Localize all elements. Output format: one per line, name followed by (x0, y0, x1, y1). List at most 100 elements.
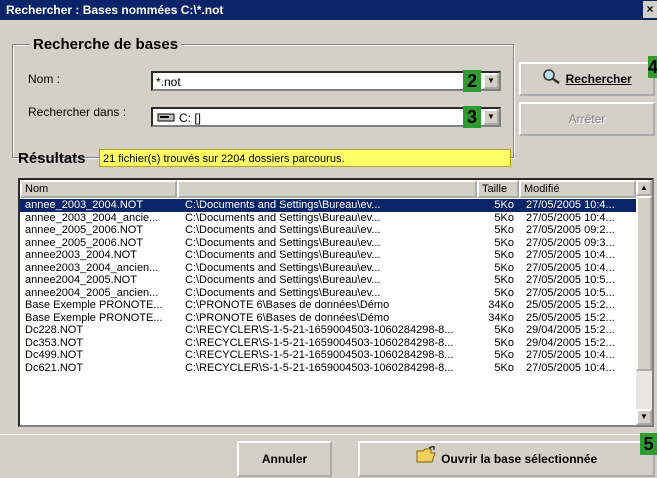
cell-name: annee_2003_2004_ancie... (25, 211, 159, 224)
scroll-up-button[interactable]: ▲ (636, 180, 652, 196)
cell-path: C:\Documents and Settings\Bureau\ev... (185, 261, 381, 274)
cell-path: C:\RECYCLER\S-1-5-21-1659004503-10602842… (185, 361, 454, 374)
results-status: 21 fichier(s) trouvés sur 2204 dossiers … (99, 149, 511, 167)
cell-path: C:\PRONOTE 6\Bases de données\Démo (185, 299, 390, 311)
cell-modified: 27/05/2005 10:4... (526, 261, 615, 274)
table-row[interactable]: annee_2005_2006.NOT C:\Documents and Sett… (20, 237, 636, 250)
cell-size: 5Ko (494, 324, 514, 336)
cell-size: 34Ko (488, 299, 514, 311)
table-row[interactable]: Base Exemple PRONOTE... C:\PRONOTE 6\Base… (20, 312, 636, 325)
search-button[interactable]: Rechercher (519, 62, 655, 96)
search-group-title: Recherche de bases (30, 36, 182, 53)
cell-size: 5Ko (494, 349, 514, 361)
title-bar: Rechercher : Bases nommées C:\*.not × (0, 0, 657, 20)
cell-size: 5Ko (494, 199, 514, 211)
cell-path: C:\RECYCLER\S-1-5-21-1659004503-10602842… (185, 336, 454, 349)
drive-icon (157, 111, 175, 126)
table-row[interactable]: Dc499.NOT C:\RECYCLER\S-1-5-21-1659004503… (20, 349, 636, 362)
table-row[interactable]: annee2004_2005_ancien... C:\Documents and… (20, 287, 636, 300)
badge-4: 4 (648, 56, 657, 78)
cell-modified: 27/05/2005 10:4... (526, 249, 615, 261)
cell-name: Base Exemple PRONOTE... (25, 299, 163, 311)
cell-name: annee_2005_2006.NOT (25, 236, 144, 249)
cell-size: 5Ko (494, 236, 514, 249)
name-value: *.not (156, 75, 181, 89)
table-row[interactable]: Dc621.NOT C:\RECYCLER\S-1-5-21-1659004503… (20, 362, 636, 375)
table-row[interactable]: annee_2005_2006.NOT C:\Documents and Sett… (20, 224, 636, 237)
cell-size: 5Ko (494, 336, 514, 349)
cell-path: C:\Documents and Settings\Bureau\ev... (185, 286, 381, 299)
table-row[interactable]: annee2004_2005.NOT C:\Documents and Setti… (20, 274, 636, 287)
cell-size: 5Ko (494, 361, 514, 374)
scroll-thumb[interactable] (636, 196, 652, 371)
look-in-dropdown-arrow[interactable]: ▼ (483, 109, 499, 125)
results-title: Résultats (18, 150, 86, 167)
table-row[interactable]: annee2003_2004.NOT C:\Documents and Setti… (20, 249, 636, 262)
cell-path: C:\Documents and Settings\Bureau\ev... (185, 224, 381, 236)
table-row[interactable]: annee_2003_2004.NOT C:\Documents and Sett… (20, 199, 636, 212)
cell-name: annee2004_2005.NOT (25, 274, 137, 286)
badge-2: 2 (463, 70, 481, 92)
cell-size: 5Ko (494, 211, 514, 224)
cell-modified: 25/05/2005 15:2... (526, 311, 615, 324)
cell-modified: 29/04/2005 15:2... (526, 336, 615, 349)
cell-size: 5Ko (494, 224, 514, 236)
open-base-button[interactable]: Ouvrir la base sélectionnée (358, 441, 655, 477)
window-title: Rechercher : Bases nommées C:\*.not (6, 3, 224, 17)
look-in-combo[interactable]: C: [] ▼ (151, 107, 501, 127)
cell-modified: 27/05/2005 09:3... (526, 236, 615, 249)
cell-modified: 27/05/2005 10:4... (526, 349, 615, 361)
cell-size: 5Ko (494, 286, 514, 299)
close-button[interactable]: × (643, 1, 657, 18)
cell-path: C:\RECYCLER\S-1-5-21-1659004503-10602842… (185, 349, 454, 361)
cell-modified: 27/05/2005 10:4... (526, 199, 615, 211)
separator (0, 434, 657, 435)
cell-name: Dc353.NOT (25, 336, 84, 349)
column-header-name[interactable]: Nom (20, 180, 177, 198)
cell-modified: 27/05/2005 09:2... (526, 224, 615, 236)
cell-path: C:\PRONOTE 6\Bases de données\Démo (185, 311, 390, 324)
column-header-size[interactable]: Taille (477, 180, 519, 198)
cell-path: C:\Documents and Settings\Bureau\ev... (185, 274, 381, 286)
table-row[interactable]: Dc353.NOT C:\RECYCLER\S-1-5-21-1659004503… (20, 337, 636, 350)
cell-name: Dc621.NOT (25, 361, 84, 374)
magnifier-icon (542, 65, 562, 95)
column-header-modified[interactable]: Modifié (519, 180, 636, 198)
vertical-scrollbar[interactable]: ▲ ▼ (636, 180, 652, 425)
cell-path: C:\Documents and Settings\Bureau\ev... (185, 199, 381, 211)
cell-name: Base Exemple PRONOTE... (25, 311, 163, 324)
name-combo[interactable]: *.not ▼ (151, 71, 501, 91)
column-header-path[interactable] (177, 180, 477, 198)
cell-modified: 27/05/2005 10:4... (526, 361, 615, 374)
cell-modified: 25/05/2005 15:2... (526, 299, 615, 311)
cancel-button[interactable]: Annuler (237, 441, 332, 477)
open-base-button-label: Ouvrir la base sélectionnée (441, 452, 598, 466)
cell-path: C:\Documents and Settings\Bureau\ev... (185, 236, 381, 249)
cell-path: C:\Documents and Settings\Bureau\ev... (185, 249, 381, 261)
results-list[interactable]: Nom Taille Modifié annee_2003_2004.NOT C:… (18, 178, 654, 427)
badge-5: 5 (640, 433, 657, 455)
table-row[interactable]: annee2003_2004_ancien... C:\Documents and… (20, 262, 636, 275)
cell-modified: 27/05/2005 10:4... (526, 211, 615, 224)
name-dropdown-arrow[interactable]: ▼ (483, 73, 499, 89)
name-label: Nom : (28, 72, 61, 86)
cell-size: 5Ko (494, 274, 514, 286)
search-button-label: Rechercher (565, 72, 632, 86)
badge-3: 3 (463, 106, 481, 128)
look-in-value: C: [] (179, 111, 202, 125)
table-row[interactable]: Base Exemple PRONOTE... C:\PRONOTE 6\Base… (20, 299, 636, 312)
search-group-box (12, 44, 514, 158)
cell-modified: 29/04/2005 15:2... (526, 324, 615, 336)
cell-name: annee_2003_2004.NOT (25, 199, 144, 211)
look-in-label: Rechercher dans : (28, 105, 127, 119)
cell-name: annee2004_2005_ancien... (25, 286, 159, 299)
open-folder-icon (416, 444, 438, 476)
cell-name: Dc228.NOT (25, 324, 84, 336)
cell-path: C:\RECYCLER\S-1-5-21-1659004503-10602842… (185, 324, 454, 336)
cell-size: 5Ko (494, 261, 514, 274)
stop-button[interactable]: Arrêter (519, 102, 655, 136)
scroll-down-button[interactable]: ▼ (636, 409, 652, 425)
table-row[interactable]: annee_2003_2004_ancie... C:\Documents and… (20, 212, 636, 225)
table-row[interactable]: Dc228.NOT C:\RECYCLER\S-1-5-21-1659004503… (20, 324, 636, 337)
cell-name: annee2003_2004_ancien... (25, 261, 159, 274)
